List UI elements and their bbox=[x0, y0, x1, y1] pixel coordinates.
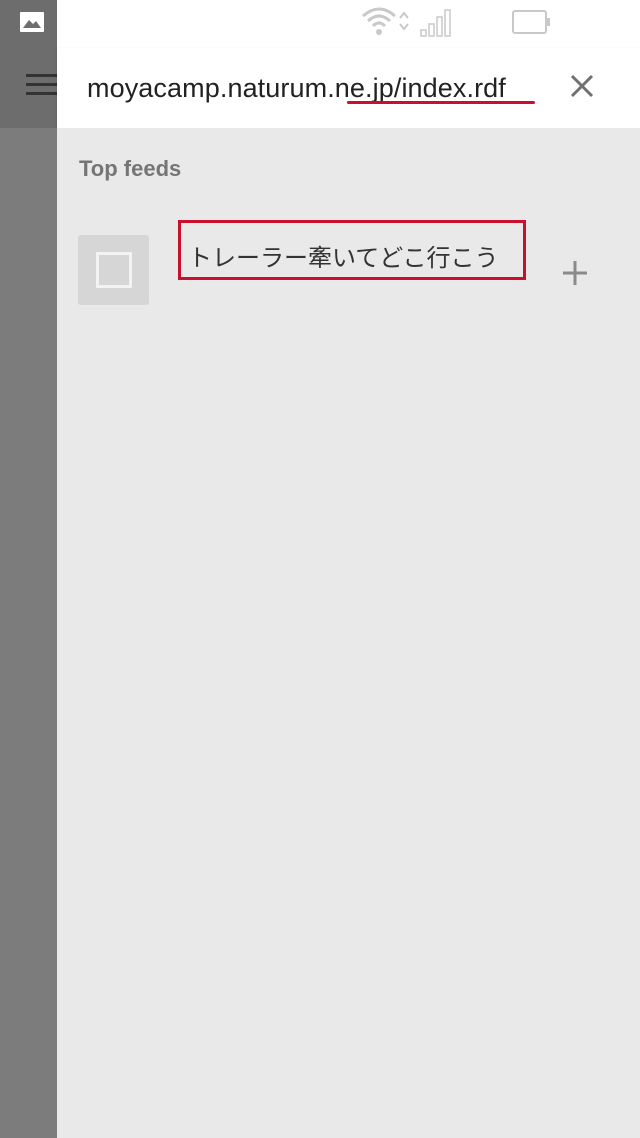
background-scrim[interactable] bbox=[0, 0, 57, 1138]
wifi-icon bbox=[362, 7, 409, 35]
url-annotation-underline bbox=[347, 101, 535, 104]
hamburger-icon[interactable] bbox=[26, 72, 58, 98]
feed-title-annotation-box bbox=[178, 220, 526, 280]
feed-thumbnail-icon bbox=[78, 235, 149, 305]
url-header: moyacamp.naturum.ne.jp/index.rdf bbox=[57, 48, 640, 128]
gallery-icon bbox=[20, 12, 44, 32]
battery-icon bbox=[512, 10, 550, 34]
plus-icon[interactable] bbox=[560, 258, 590, 288]
section-title: Top feeds bbox=[79, 156, 182, 181]
signal-icon bbox=[420, 9, 451, 37]
status-bar bbox=[57, 0, 640, 48]
feed-thumbnail-placeholder bbox=[96, 252, 132, 288]
close-icon[interactable] bbox=[562, 66, 602, 106]
app-screen: moyacamp.naturum.ne.jp/index.rdf Top fee… bbox=[0, 0, 640, 1138]
